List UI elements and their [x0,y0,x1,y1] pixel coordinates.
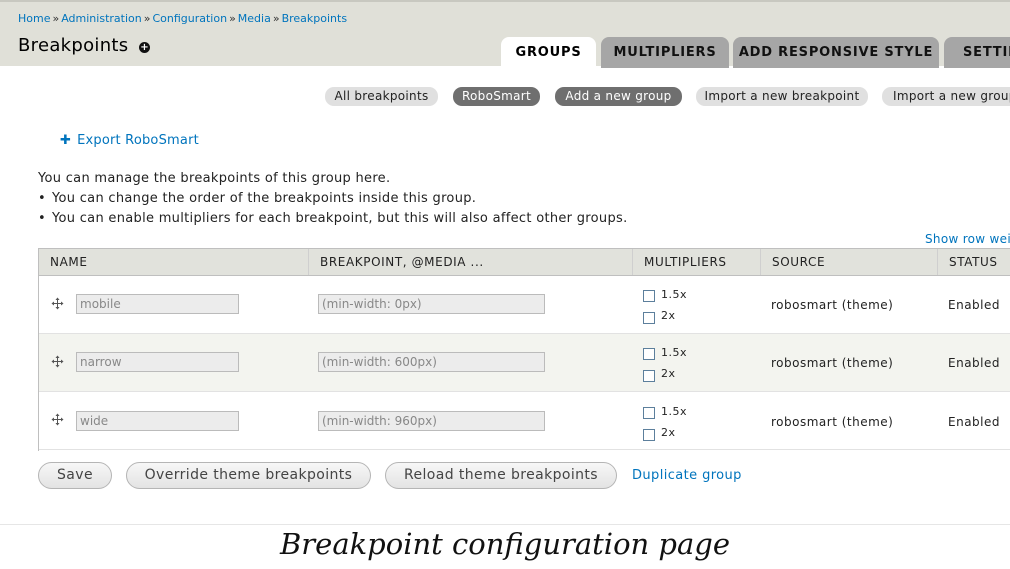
robosmart-group-button[interactable]: RoboSmart [453,87,540,106]
status-cell: Enabled [948,356,1000,370]
duplicate-group-link[interactable]: Duplicate group [632,468,742,483]
status-cell: Enabled [948,415,1000,429]
breakpoint-name-input[interactable] [76,352,239,372]
multiplier-checkbox-2x[interactable] [643,429,655,441]
multiplier-checkbox-2x[interactable] [643,312,655,324]
breakpoint-name-input[interactable] [76,411,239,431]
column-header-name: NAME [39,249,309,275]
multiplier-checkbox-1-5x[interactable] [643,348,655,360]
table-row: 1.5x 2x robosmart (theme) Enabled [39,334,1010,392]
export-link-label: Export RoboSmart [77,133,199,148]
reload-theme-breakpoints-button[interactable]: Reload theme breakpoints [385,462,617,489]
breadcrumb-separator: » [52,12,60,25]
breadcrumb-breakpoints[interactable]: Breakpoints [282,12,348,25]
breadcrumb-configuration[interactable]: Configuration [152,12,227,25]
column-header-multipliers: MULTIPLIERS [633,249,761,275]
move-arrows-icon[interactable] [51,297,64,310]
breadcrumb-media[interactable]: Media [238,12,271,25]
breadcrumb-separator: » [272,12,280,25]
breadcrumb: Home» Administration» Configuration» Media»… [18,12,347,25]
multiplier-label: 2x [661,367,676,380]
save-button[interactable]: Save [38,462,112,489]
bullet-text: You can enable multipliers for each brea… [52,211,628,226]
override-theme-breakpoints-button[interactable]: Override theme breakpoints [126,462,371,489]
tab-add-responsive-style[interactable]: ADD RESPONSIVE STYLE [733,37,939,68]
breakpoint-media-input[interactable] [318,352,545,372]
breadcrumb-separator: » [229,12,236,25]
move-arrows-icon[interactable] [51,355,64,368]
source-cell: robosmart (theme) [771,356,894,370]
move-arrows-icon[interactable] [51,413,64,426]
table-header: NAME BREAKPOINT, @MEDIA ... MULTIPLIERS … [39,249,1010,276]
all-breakpoints-button[interactable]: All breakpoints [325,87,438,106]
table-row: 1.5x 2x robosmart (theme) Enabled [39,392,1010,450]
multiplier-label: 1.5x [661,405,688,418]
tab-groups[interactable]: GROUPS [501,37,596,68]
multiplier-checkbox-1-5x[interactable] [643,407,655,419]
breadcrumb-home[interactable]: Home [18,12,50,25]
plus-icon: ✚ [60,133,72,148]
tab-settings[interactable]: SETTIN [944,37,1010,68]
breadcrumb-separator: » [143,12,151,25]
description-bullet: • You can enable multipliers for each bre… [38,211,628,226]
tab-multipliers[interactable]: MULTIPLIERS [601,37,729,68]
breakpoint-media-input[interactable] [318,294,545,314]
show-row-weights-link[interactable]: Show row weig [925,232,1010,246]
multiplier-label: 2x [661,426,676,439]
column-header-status: STATUS [949,255,998,269]
page-title: Breakpoints [18,35,129,56]
status-cell: Enabled [948,298,1000,312]
column-header-breakpoint: BREAKPOINT, @MEDIA ... [309,249,633,275]
breakpoints-table: NAME BREAKPOINT, @MEDIA ... MULTIPLIERS … [38,248,1010,451]
multiplier-label: 1.5x [661,288,688,301]
breakpoint-media-input[interactable] [318,411,545,431]
multiplier-checkbox-2x[interactable] [643,370,655,382]
column-header-source: SOURCE [761,249,938,275]
page-header: Home» Administration» Configuration» Media»… [0,0,1010,68]
divider [0,524,1010,525]
import-group-button[interactable]: Import a new group [882,87,1010,106]
breadcrumb-administration[interactable]: Administration [61,12,142,25]
description-intro: You can manage the breakpoints of this g… [38,171,391,186]
add-new-group-button[interactable]: Add a new group [555,87,682,106]
multiplier-label: 1.5x [661,346,688,359]
multiplier-checkbox-1-5x[interactable] [643,290,655,302]
source-cell: robosmart (theme) [771,415,894,429]
import-breakpoint-button[interactable]: Import a new breakpoint [696,87,868,106]
export-robosmart-link[interactable]: ✚ Export RoboSmart [60,133,199,148]
figure-caption: Breakpoint configuration page [279,527,731,561]
table-row: 1.5x 2x robosmart (theme) Enabled [39,276,1010,334]
multiplier-label: 2x [661,309,676,322]
bullet-text: You can change the order of the breakpoi… [52,191,477,206]
breakpoint-name-input[interactable] [76,294,239,314]
description-bullet: • You can change the order of the breakpo… [38,191,477,206]
plus-circle-icon[interactable]: + [139,42,150,53]
source-cell: robosmart (theme) [771,298,894,312]
